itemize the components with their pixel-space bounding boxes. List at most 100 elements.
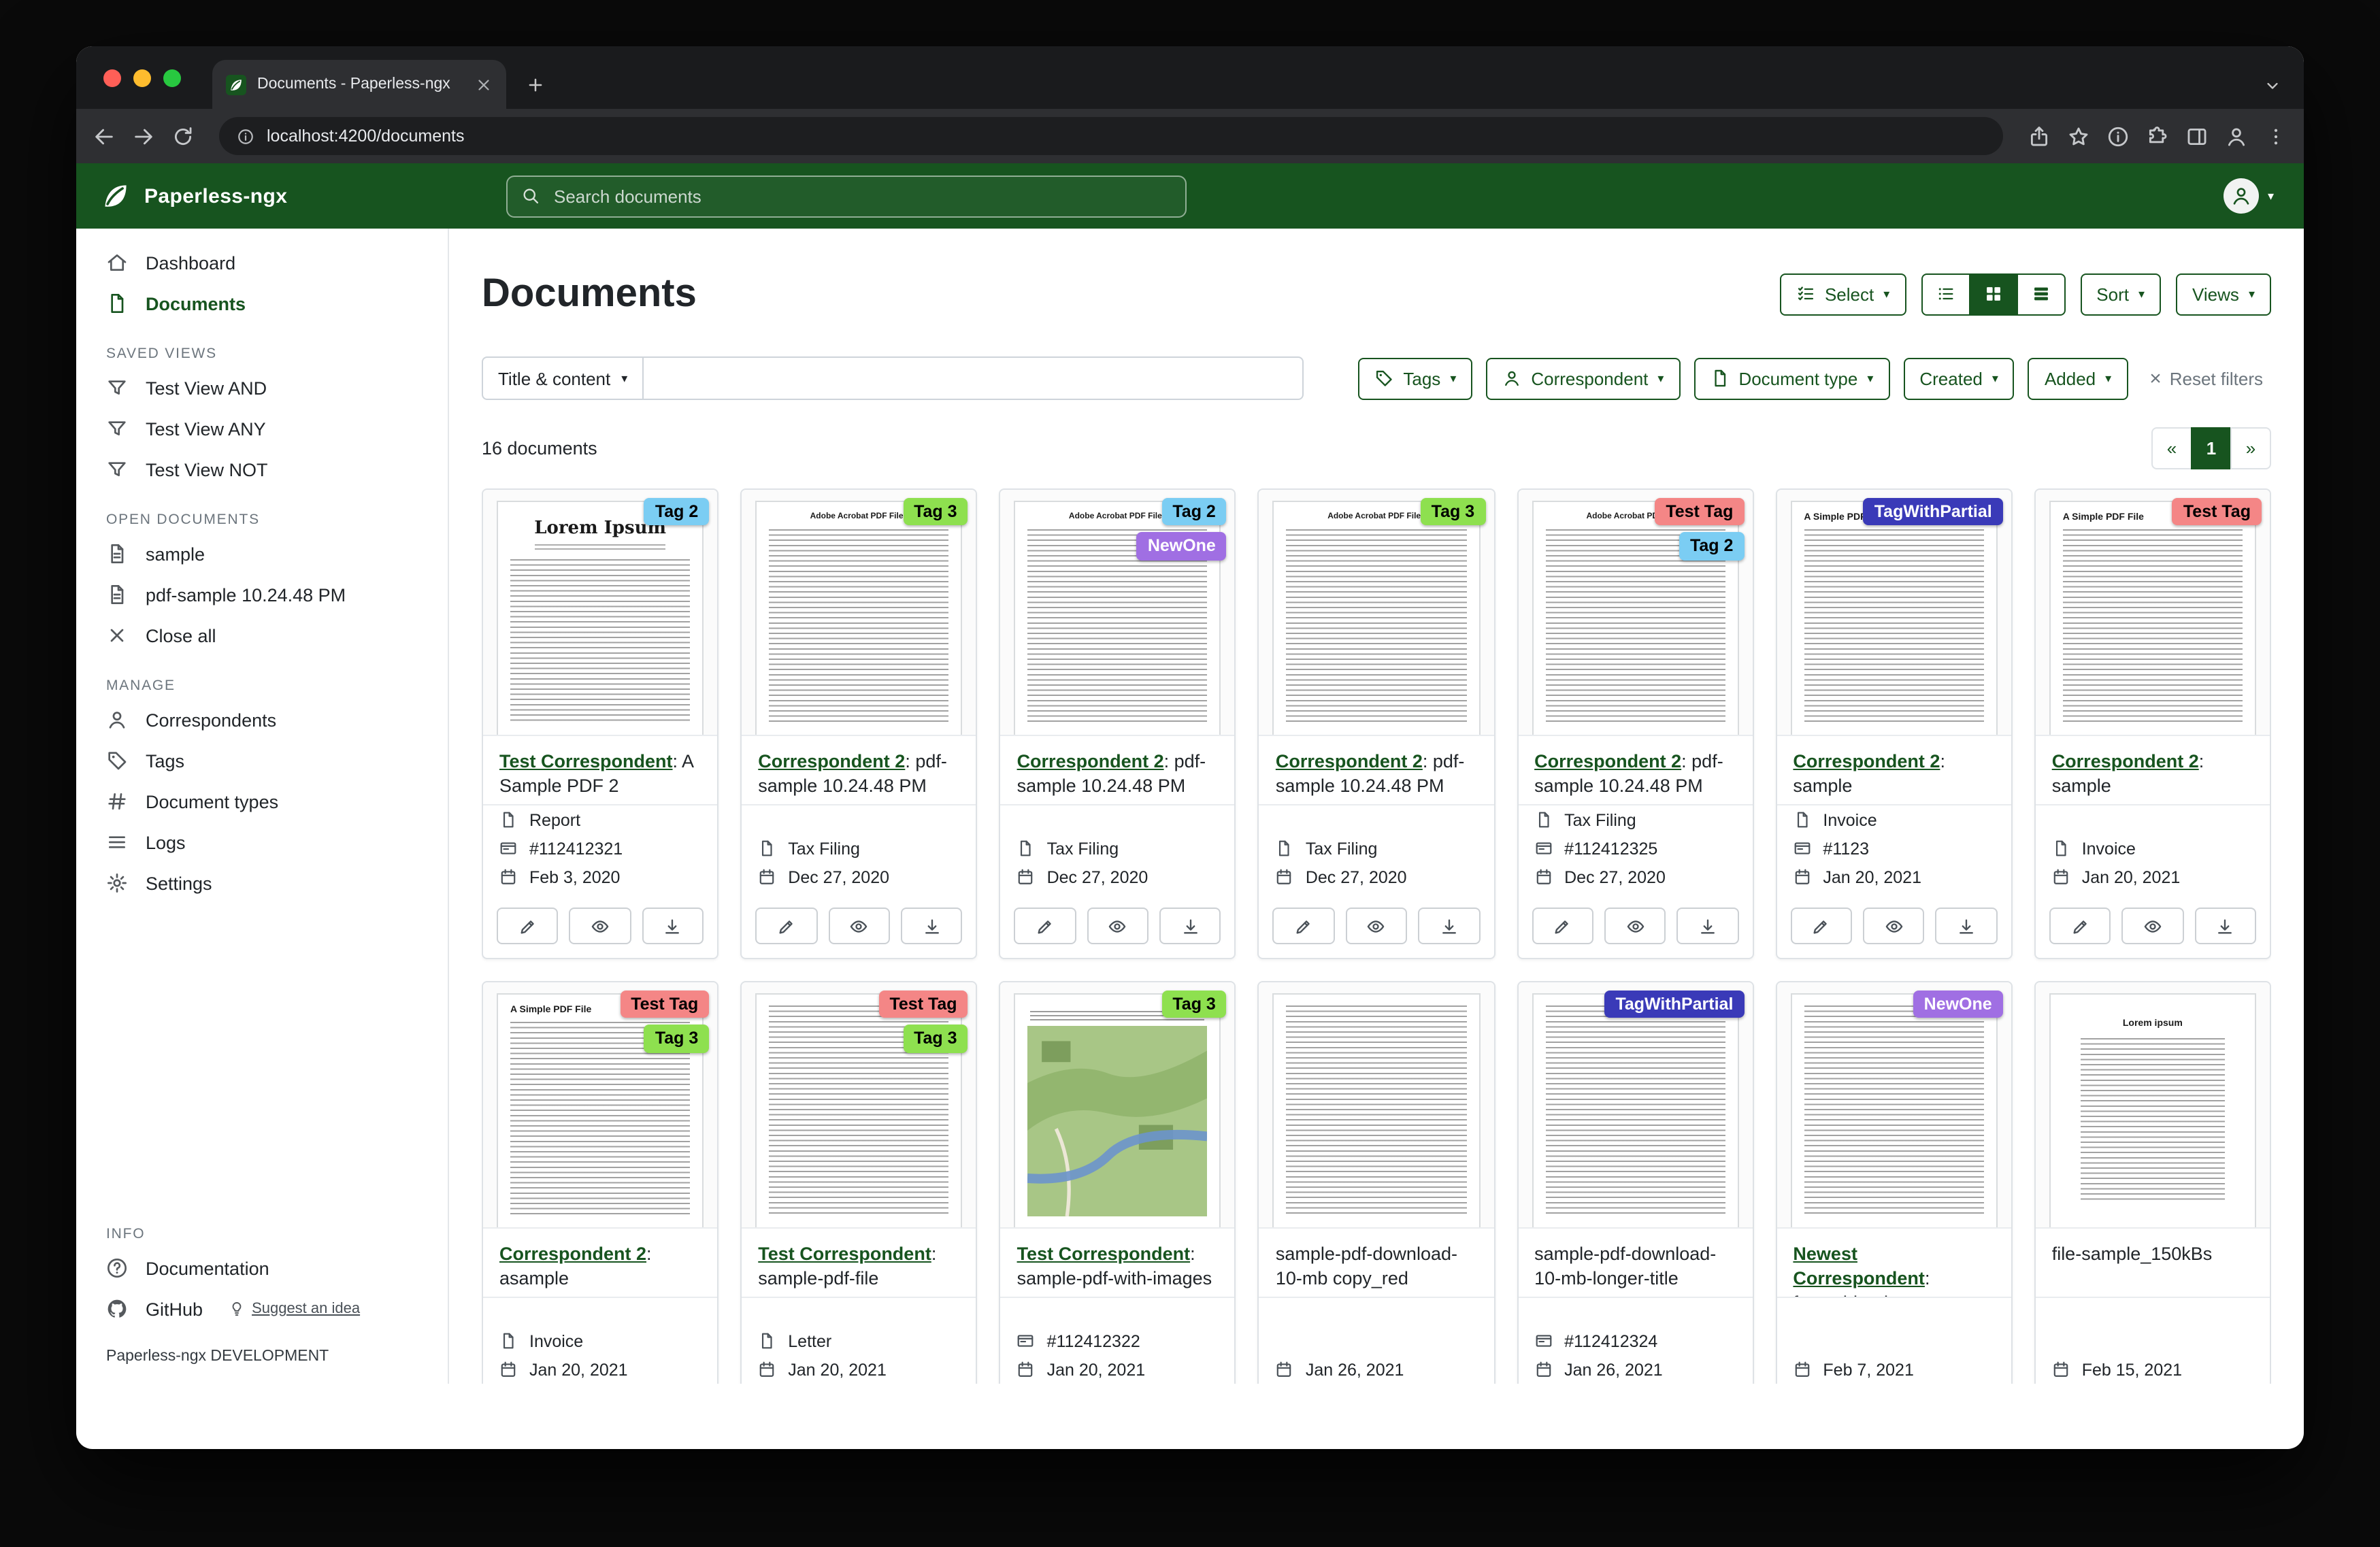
correspondent-link[interactable]: Newest Correspondent <box>1793 1244 1925 1288</box>
sidebar-item-open-document-pdf-sample[interactable]: pdf-sample 10.24.48 PM <box>76 574 448 615</box>
sidebar-item-saved-view-test-view-and[interactable]: Test View AND <box>76 367 448 408</box>
user-menu[interactable]: ▾ <box>2224 178 2274 214</box>
tag-badge[interactable]: Test Tag <box>1655 498 1744 526</box>
tag-badge[interactable]: NewOne <box>1137 533 1227 561</box>
document-title[interactable]: Correspondent 2: pdf-sample 10.24.48 PM <box>1001 736 1235 804</box>
prev-page-button[interactable]: « <box>2151 427 2192 469</box>
share-button[interactable] <box>2028 124 2051 148</box>
document-preview[interactable]: A Simple PDF File Test TagTag 3 <box>483 982 717 1229</box>
page-status-icon[interactable] <box>2106 124 2130 148</box>
title-content-dropdown[interactable]: Title & content▾ <box>482 356 644 400</box>
edit-button[interactable] <box>755 908 817 944</box>
created-filter-button[interactable]: Created▾ <box>1903 357 2015 399</box>
select-button[interactable]: Select▾ <box>1780 273 1906 315</box>
document-preview[interactable]: Adobe Acrobat PDF Files Tag 2NewOne <box>1001 490 1235 736</box>
view-button[interactable] <box>569 908 631 944</box>
minimize-window-button[interactable] <box>133 69 151 87</box>
search-input[interactable] <box>551 184 1172 207</box>
tag-badge[interactable]: Tag 2 <box>1679 533 1744 561</box>
download-button[interactable] <box>1418 908 1480 944</box>
app-brand[interactable]: Paperless-ngx <box>76 181 449 211</box>
document-type-filter-button[interactable]: Document type▾ <box>1693 357 1889 399</box>
document-title[interactable]: Correspondent 2: sample <box>2036 736 2270 804</box>
document-card[interactable]: Test TagTag 3 Test Correspondent: sample… <box>740 981 977 1384</box>
extensions-puzzle-button[interactable] <box>2146 124 2169 148</box>
document-preview[interactable]: Lorem Ipsum Tag 2 <box>483 490 717 736</box>
edit-button[interactable] <box>2049 908 2111 944</box>
document-title[interactable]: Correspondent 2: sample <box>1776 736 2011 804</box>
document-title[interactable]: file-sample_150kBs <box>2036 1229 2270 1297</box>
zoom-window-button[interactable] <box>163 69 181 87</box>
view-grid-button[interactable] <box>1968 273 2017 315</box>
forward-button[interactable] <box>132 124 155 148</box>
back-button[interactable] <box>93 124 116 148</box>
tab-list-chevron-icon[interactable] <box>2263 76 2282 95</box>
document-card[interactable]: A Simple PDF File Test Tag Correspondent… <box>2034 488 2271 959</box>
document-card[interactable]: Adobe Acrobat PDF Files Tag 3 Correspond… <box>740 488 977 959</box>
edit-button[interactable] <box>1790 908 1852 944</box>
document-preview[interactable] <box>1259 982 1493 1229</box>
next-page-button[interactable]: » <box>2230 427 2271 469</box>
sidebar-item-saved-view-test-view-any[interactable]: Test View ANY <box>76 408 448 449</box>
document-card[interactable]: Adobe Acrobat PDF Files Tag 3 Correspond… <box>1258 488 1495 959</box>
document-title[interactable]: Test Correspondent: sample-pdf-file <box>742 1229 976 1297</box>
document-preview[interactable]: Tag 3 <box>1001 982 1235 1229</box>
views-button[interactable]: Views▾ <box>2176 273 2271 315</box>
sidebar-item-saved-view-test-view-not[interactable]: Test View NOT <box>76 449 448 490</box>
correspondent-link[interactable]: Correspondent 2 <box>758 751 905 771</box>
document-card[interactable]: NewOne Newest Correspondent: f_combineds… <box>1775 981 2012 1384</box>
browser-profile-button[interactable] <box>2225 124 2248 148</box>
added-filter-button[interactable]: Added▾ <box>2028 357 2128 399</box>
view-button[interactable] <box>1863 908 1925 944</box>
document-preview[interactable]: Test TagTag 3 <box>742 982 976 1229</box>
sidebar-item-manage-document-types[interactable]: Document types <box>76 781 448 822</box>
sidebar-item-dashboard[interactable]: Dashboard <box>76 242 448 283</box>
correspondent-link[interactable]: Correspondent 2 <box>1276 751 1423 771</box>
tag-badge[interactable]: NewOne <box>1913 991 2003 1018</box>
view-button[interactable] <box>1604 908 1666 944</box>
edit-button[interactable] <box>1273 908 1335 944</box>
sidebar-item-manage-settings[interactable]: Settings <box>76 863 448 903</box>
tag-badge[interactable]: TagWithPartial <box>1604 991 1744 1018</box>
download-button[interactable] <box>1677 908 1739 944</box>
document-preview[interactable]: Adobe Acrobat PDF Files Tag 3 <box>742 490 976 736</box>
download-button[interactable] <box>2194 908 2256 944</box>
tag-badge[interactable]: Tag 3 <box>1421 498 1485 526</box>
document-card[interactable]: Adobe Acrobat PDF Files Tag 2NewOne Corr… <box>999 488 1236 959</box>
correspondent-filter-button[interactable]: Correspondent▾ <box>1486 357 1680 399</box>
download-button[interactable] <box>1936 908 1998 944</box>
tag-badge[interactable]: Tag 2 <box>644 498 709 526</box>
document-card[interactable]: Lorem Ipsum Tag 2 Test Correspondent: A … <box>482 488 718 959</box>
edit-button[interactable] <box>1532 908 1593 944</box>
correspondent-link[interactable]: Test Correspondent <box>1017 1244 1191 1264</box>
address-bar[interactable]: localhost:4200/documents <box>219 117 2003 155</box>
browser-tab[interactable]: Documents - Paperless-ngx <box>212 60 506 109</box>
view-button[interactable] <box>828 908 890 944</box>
correspondent-link[interactable]: Test Correspondent <box>499 751 673 771</box>
download-button[interactable] <box>1159 908 1221 944</box>
edit-button[interactable] <box>1014 908 1076 944</box>
document-card[interactable]: A Simple PDF File TagWithPartial Corresp… <box>1775 488 2012 959</box>
correspondent-link[interactable]: Correspondent 2 <box>1017 751 1164 771</box>
document-preview[interactable]: Adobe Acrobat PDF Files Tag 3 <box>1259 490 1493 736</box>
document-title[interactable]: sample-pdf-download-10-mb copy_red <box>1259 1229 1493 1297</box>
bookmark-star-button[interactable] <box>2067 124 2090 148</box>
document-preview[interactable]: A Simple PDF File TagWithPartial <box>1776 490 2011 736</box>
download-button[interactable] <box>642 908 704 944</box>
document-card[interactable]: Tag 3 Test Correspondent: sample-pdf-wit… <box>999 981 1236 1384</box>
site-info-icon[interactable] <box>237 127 254 145</box>
document-card[interactable]: A Simple PDF File Test TagTag 3 Correspo… <box>482 981 718 1384</box>
correspondent-link[interactable]: Correspondent 2 <box>1534 751 1681 771</box>
tag-badge[interactable]: TagWithPartial <box>1864 498 2003 526</box>
close-window-button[interactable] <box>103 69 121 87</box>
document-preview[interactable]: Adobe Acrobat PDF Files Test TagTag 2 <box>1518 490 1752 736</box>
correspondent-link[interactable]: Correspondent 2 <box>1793 751 1940 771</box>
correspondent-link[interactable]: Correspondent 2 <box>2052 751 2199 771</box>
view-button[interactable] <box>1346 908 1408 944</box>
title-content-input[interactable] <box>644 356 1304 400</box>
reset-filters-button[interactable]: × Reset filters <box>2141 367 2271 390</box>
global-search[interactable] <box>506 175 1187 217</box>
sort-button[interactable]: Sort▾ <box>2080 273 2161 315</box>
tag-badge[interactable]: Test Tag <box>2172 498 2262 526</box>
tags-filter-button[interactable]: Tags▾ <box>1358 357 1472 399</box>
